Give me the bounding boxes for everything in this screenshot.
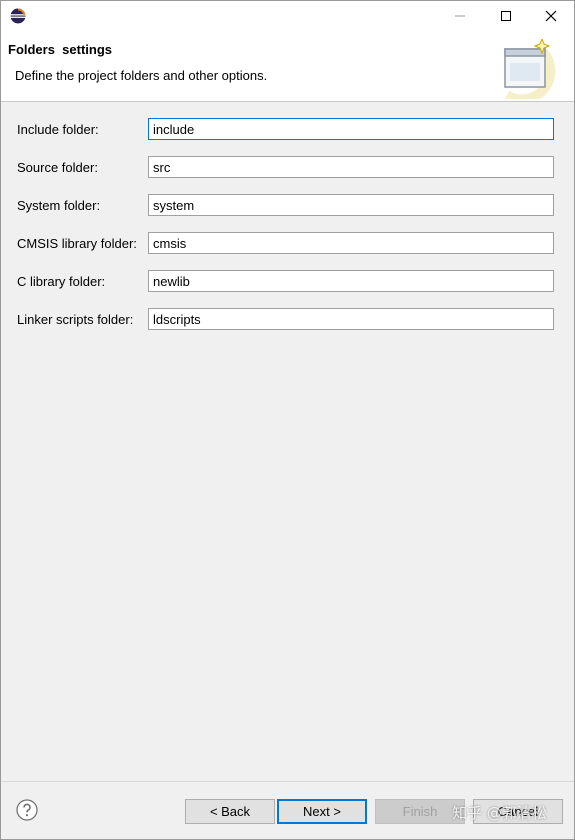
- include-folder-input[interactable]: [148, 118, 554, 140]
- source-folder-label: Source folder:: [17, 160, 98, 175]
- back-button[interactable]: < Back: [185, 799, 275, 824]
- close-button[interactable]: [528, 1, 574, 31]
- c-library-folder-input[interactable]: [148, 270, 554, 292]
- page-description: Define the project folders and other opt…: [15, 68, 268, 83]
- eclipse-app-icon: [10, 8, 26, 24]
- include-folder-label: Include folder:: [17, 122, 99, 137]
- minimize-button[interactable]: [437, 1, 483, 31]
- linker-scripts-folder-label: Linker scripts folder:: [17, 312, 134, 327]
- system-folder-input[interactable]: [148, 194, 554, 216]
- minimize-icon: [455, 15, 465, 17]
- help-icon[interactable]: [16, 799, 38, 821]
- linker-scripts-folder-input[interactable]: [148, 308, 554, 330]
- source-folder-input[interactable]: [148, 156, 554, 178]
- system-folder-label: System folder:: [17, 198, 101, 213]
- cmsis-library-folder-input[interactable]: [148, 232, 554, 254]
- close-icon: [545, 10, 557, 22]
- wizard-banner-icon: [504, 39, 556, 99]
- button-bar-divider: [1, 781, 574, 782]
- wizard-header: Folders settings Define the project fold…: [1, 31, 574, 102]
- cmsis-library-folder-label: CMSIS library folder:: [17, 236, 137, 251]
- maximize-icon: [501, 11, 511, 21]
- title-bar[interactable]: [1, 1, 574, 31]
- wizard-window: Folders settings Define the project fold…: [0, 0, 575, 840]
- maximize-button[interactable]: [483, 1, 529, 31]
- c-library-folder-label: C library folder:: [17, 274, 106, 289]
- next-button[interactable]: Next >: [277, 799, 367, 824]
- page-title: Folders settings: [8, 42, 113, 57]
- watermark-text: 知乎 @郭清松: [452, 804, 547, 822]
